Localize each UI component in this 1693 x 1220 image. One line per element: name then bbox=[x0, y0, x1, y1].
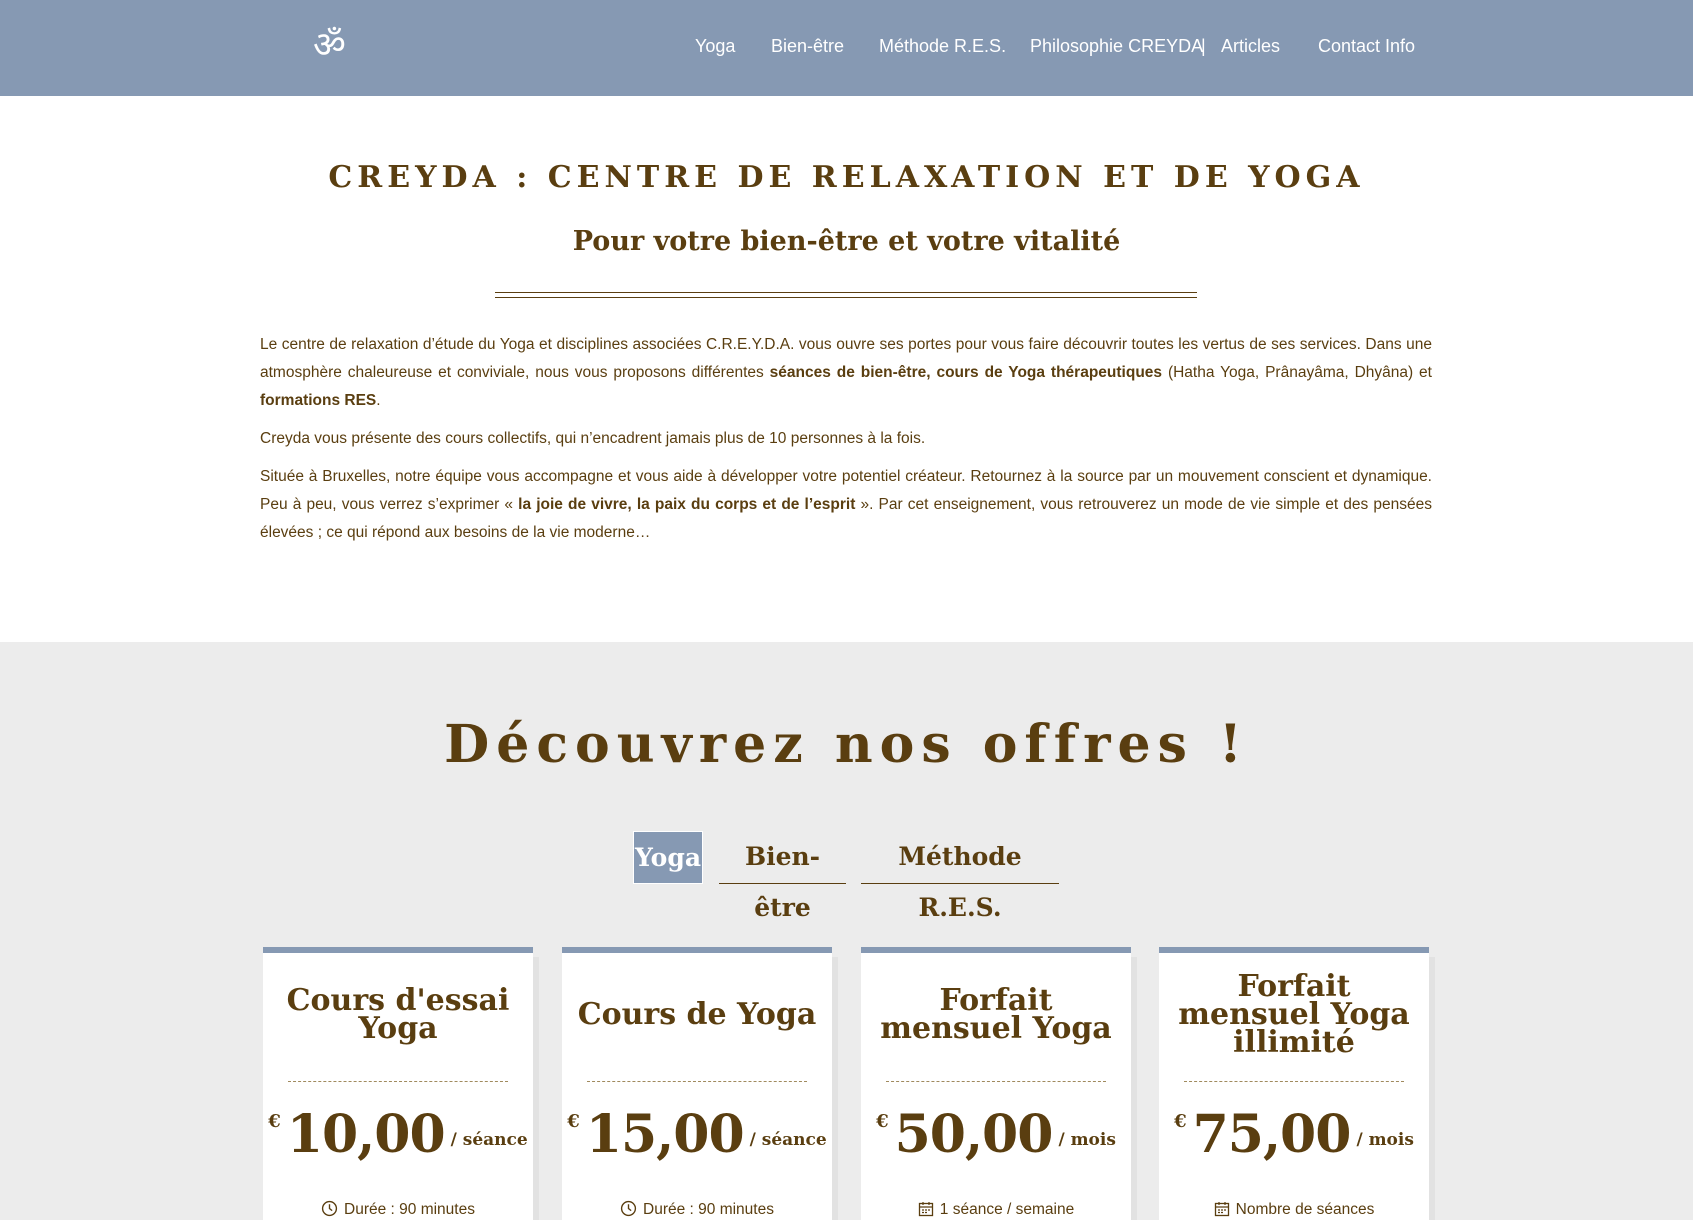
card-title: Cours d'essai Yoga bbox=[286, 983, 510, 1046]
card-feature: Durée : 90 minutes bbox=[562, 1199, 832, 1220]
currency-symbol: € bbox=[268, 1111, 281, 1132]
card-feature: Durée : 90 minutes bbox=[263, 1199, 533, 1220]
offer-card: Forfait mensuel Yoga €50,00/ mois 1 séan… bbox=[861, 947, 1131, 1220]
tab-yoga[interactable]: Yoga bbox=[633, 831, 703, 884]
main-nav: Yoga Bien-être Méthode R.E.S. Philosophi… bbox=[0, 34, 1693, 58]
card-title: Forfait mensuel Yoga illimité bbox=[1178, 969, 1410, 1060]
currency-symbol: € bbox=[567, 1111, 580, 1132]
nav-separator: | bbox=[1201, 36, 1206, 56]
card-feature: Nombre de séances bbox=[1159, 1199, 1429, 1220]
price-amount: 15,00 bbox=[585, 1104, 745, 1165]
tab-bien-etre[interactable]: Bien-être bbox=[719, 831, 846, 922]
nav-philosophie-creyda[interactable]: Philosophie CREYDA bbox=[1030, 34, 1203, 58]
nav-yoga[interactable]: Yoga bbox=[695, 34, 735, 58]
currency-symbol: € bbox=[1174, 1111, 1187, 1132]
price-unit: / mois bbox=[1058, 1130, 1116, 1150]
clock-icon bbox=[321, 1200, 338, 1217]
site-header: ॐ Yoga Bien-être Méthode R.E.S. Philosop… bbox=[0, 0, 1693, 96]
nav-articles[interactable]: Articles bbox=[1221, 34, 1280, 58]
offers-title: Découvrez nos offres ! bbox=[444, 714, 1249, 775]
card-price: €75,00/ mois bbox=[1159, 1103, 1429, 1167]
intro-text: Le centre de relaxation d’étude du Yoga … bbox=[260, 331, 1432, 557]
clock-icon bbox=[620, 1200, 637, 1217]
price-amount: 75,00 bbox=[1192, 1104, 1352, 1165]
page-title: CREYDA : CENTRE DE RELAXATION ET DE YOGA bbox=[328, 160, 1365, 195]
tab-methode-res[interactable]: Méthode R.E.S. bbox=[861, 831, 1059, 922]
nav-methode-res[interactable]: Méthode R.E.S. bbox=[879, 34, 1006, 58]
offer-card: Cours de Yoga €15,00/ séance Durée : 90 … bbox=[562, 947, 832, 1220]
calendar-icon bbox=[1214, 1202, 1229, 1217]
double-divider bbox=[495, 292, 1197, 298]
intro-paragraph-2: Creyda vous présente des cours collectif… bbox=[260, 430, 926, 447]
nav-bien-etre[interactable]: Bien-être bbox=[771, 34, 844, 58]
card-divider bbox=[886, 1081, 1106, 1082]
card-price: €50,00/ mois bbox=[861, 1103, 1131, 1167]
price-unit: / séance bbox=[749, 1130, 827, 1150]
card-title: Forfait mensuel Yoga bbox=[880, 983, 1112, 1046]
card-feature: 1 séance / semaine bbox=[861, 1199, 1131, 1220]
price-amount: 10,00 bbox=[286, 1104, 446, 1165]
offer-card: Forfait mensuel Yoga illimité €75,00/ mo… bbox=[1159, 947, 1429, 1220]
price-amount: 50,00 bbox=[894, 1104, 1054, 1165]
intro-paragraph-3: Située à Bruxelles, notre équipe vous ac… bbox=[260, 468, 1432, 541]
intro-paragraph-1: Le centre de relaxation d’étude du Yoga … bbox=[260, 336, 1432, 409]
currency-symbol: € bbox=[876, 1111, 889, 1132]
card-divider bbox=[288, 1081, 508, 1082]
offer-card: Cours d'essai Yoga €10,00/ séance Durée … bbox=[263, 947, 533, 1220]
calendar-icon bbox=[918, 1202, 933, 1217]
card-price: €10,00/ séance bbox=[263, 1103, 533, 1167]
card-divider bbox=[587, 1081, 807, 1082]
card-price: €15,00/ séance bbox=[562, 1103, 832, 1167]
price-unit: / séance bbox=[450, 1130, 528, 1150]
card-divider bbox=[1184, 1081, 1404, 1082]
nav-contact-info[interactable]: Contact Info bbox=[1318, 34, 1415, 58]
price-unit: / mois bbox=[1356, 1130, 1414, 1150]
page-subtitle: Pour votre bien-être et votre vitalité bbox=[572, 226, 1121, 257]
card-title: Cours de Yoga bbox=[577, 997, 817, 1032]
